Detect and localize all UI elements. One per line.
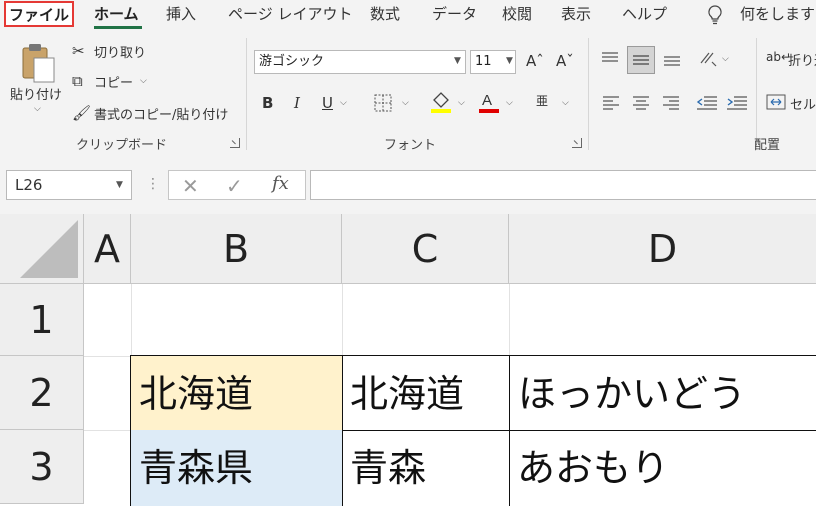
merge-center-icon xyxy=(766,94,786,114)
formula-bar-area: L26 ▼ ⋮ ✕ ✓ fx xyxy=(0,156,816,214)
cell-d3[interactable]: あおもり xyxy=(509,430,816,506)
paste-dropdown-icon[interactable]: ⌵ xyxy=(34,104,41,114)
group-separator xyxy=(246,38,247,150)
alignment-group-label: 配置 xyxy=(754,138,781,153)
copy-button[interactable]: コピー xyxy=(94,72,133,91)
phonetic-dropdown-icon[interactable]: ⌵ xyxy=(562,98,569,108)
font-launcher-icon[interactable] xyxy=(572,138,582,148)
gridline xyxy=(342,284,343,356)
column-header-b[interactable]: B xyxy=(131,214,342,284)
paste-icon[interactable] xyxy=(18,40,58,86)
align-center-icon[interactable] xyxy=(632,94,650,114)
cell-d2[interactable]: ほっかいどう xyxy=(509,355,816,431)
column-header-a[interactable]: A xyxy=(84,214,131,284)
select-all-button[interactable] xyxy=(0,214,84,284)
lightbulb-icon[interactable] xyxy=(707,0,723,30)
enter-icon[interactable]: ✓ xyxy=(226,174,243,198)
copy-dropdown-icon[interactable]: ⌵ xyxy=(140,76,147,86)
cell-c2[interactable]: 北海道 xyxy=(342,355,510,431)
align-bottom-icon[interactable] xyxy=(662,50,682,72)
italic-button[interactable]: I xyxy=(294,94,300,112)
paste-button[interactable]: 貼り付け xyxy=(10,84,62,103)
clipboard-launcher-icon[interactable] xyxy=(230,138,240,148)
increase-indent-icon[interactable] xyxy=(726,94,748,114)
font-size-dropdown-icon[interactable]: ▼ xyxy=(506,56,513,66)
tell-me-search[interactable]: 何をしますか xyxy=(740,0,816,30)
font-name-dropdown-icon[interactable]: ▼ xyxy=(454,56,461,66)
gridline xyxy=(131,284,132,356)
tab-data[interactable]: データ xyxy=(432,0,477,30)
orientation-dropdown-icon[interactable]: ⌵ xyxy=(722,54,729,64)
copy-icon: ⧉ xyxy=(72,72,83,90)
fill-color-dropdown-icon[interactable]: ⌵ xyxy=(458,98,465,108)
format-painter-button[interactable]: 書式のコピー/貼り付け xyxy=(94,104,228,123)
decrease-indent-icon[interactable] xyxy=(696,94,718,114)
tab-view[interactable]: 表示 xyxy=(561,0,591,30)
align-right-icon[interactable] xyxy=(662,94,680,114)
borders-dropdown-icon[interactable]: ⌵ xyxy=(402,98,409,108)
align-top-icon[interactable] xyxy=(600,50,620,72)
borders-icon[interactable] xyxy=(374,94,392,116)
clipboard-group-label: クリップボード xyxy=(76,138,168,153)
format-painter-icon: 🖌 xyxy=(72,104,92,122)
gridline xyxy=(84,356,131,357)
gridline xyxy=(84,430,131,431)
menu-bar: ファイル ホーム 挿入 ページ レイアウト 数式 データ 校閲 表示 ヘルプ 何… xyxy=(0,0,816,30)
formula-input[interactable] xyxy=(310,170,816,200)
decrease-font-size-icon[interactable]: Aˇ xyxy=(556,52,574,70)
orientation-icon[interactable] xyxy=(698,48,720,72)
scissors-icon: ✂ xyxy=(72,42,85,60)
row-header-2[interactable]: 2 xyxy=(0,356,84,430)
align-middle-icon[interactable] xyxy=(627,46,655,74)
column-header-c[interactable]: C xyxy=(342,214,509,284)
increase-font-size-icon[interactable]: Aˆ xyxy=(526,52,544,70)
tab-review[interactable]: 校閲 xyxy=(502,0,532,30)
underline-dropdown-icon[interactable]: ⌵ xyxy=(340,98,347,108)
wrap-text-button[interactable]: 折り返 xyxy=(788,50,816,69)
svg-text:A: A xyxy=(482,92,492,109)
font-name-input[interactable]: 游ゴシック xyxy=(254,50,466,74)
tab-file[interactable]: ファイル xyxy=(4,1,74,27)
align-left-icon[interactable] xyxy=(602,94,620,114)
row-header-1[interactable]: 1 xyxy=(0,284,84,356)
row-header-3[interactable]: 3 xyxy=(0,430,84,504)
cancel-icon[interactable]: ✕ xyxy=(182,174,199,198)
name-box[interactable]: L26 xyxy=(6,170,132,200)
underline-button[interactable]: U xyxy=(322,94,333,112)
merge-center-button[interactable]: セル xyxy=(790,94,816,113)
phonetic-guide-icon[interactable]: 亜 xyxy=(536,92,548,110)
tab-formulas[interactable]: 数式 xyxy=(370,0,400,30)
cell-b2[interactable]: 北海道 xyxy=(130,355,343,431)
column-header-d[interactable]: D xyxy=(509,214,816,284)
active-tab-indicator xyxy=(94,26,142,29)
ribbon: 貼り付け ⌵ ✂ 切り取り ⧉ コピー ⌵ 🖌 書式のコピー/貼り付け クリップ… xyxy=(0,30,816,157)
group-separator xyxy=(588,38,589,150)
insert-function-button[interactable]: fx xyxy=(272,173,289,194)
font-group-label: フォント xyxy=(384,138,437,153)
bold-button[interactable]: B xyxy=(262,94,273,112)
fill-color-icon[interactable] xyxy=(430,90,452,118)
font-color-dropdown-icon[interactable]: ⌵ xyxy=(506,98,513,108)
cell-b3[interactable]: 青森県 xyxy=(130,430,343,506)
name-box-dropdown-icon[interactable]: ▼ xyxy=(116,180,123,190)
font-color-icon[interactable]: A xyxy=(478,90,500,118)
tab-page-layout[interactable]: ページ レイアウト xyxy=(228,0,352,30)
tab-insert[interactable]: 挿入 xyxy=(166,0,196,30)
worksheet-grid: A B C D 1 2 3 北海道 北海道 ほっかいどう 青森県 青森 あおもり xyxy=(0,214,816,506)
cut-button[interactable]: 切り取り xyxy=(94,42,146,61)
gridline xyxy=(509,284,510,356)
tab-help[interactable]: ヘルプ xyxy=(622,0,667,30)
cell-c3[interactable]: 青森 xyxy=(342,430,510,506)
formula-bar-grip-icon: ⋮ xyxy=(146,176,160,192)
